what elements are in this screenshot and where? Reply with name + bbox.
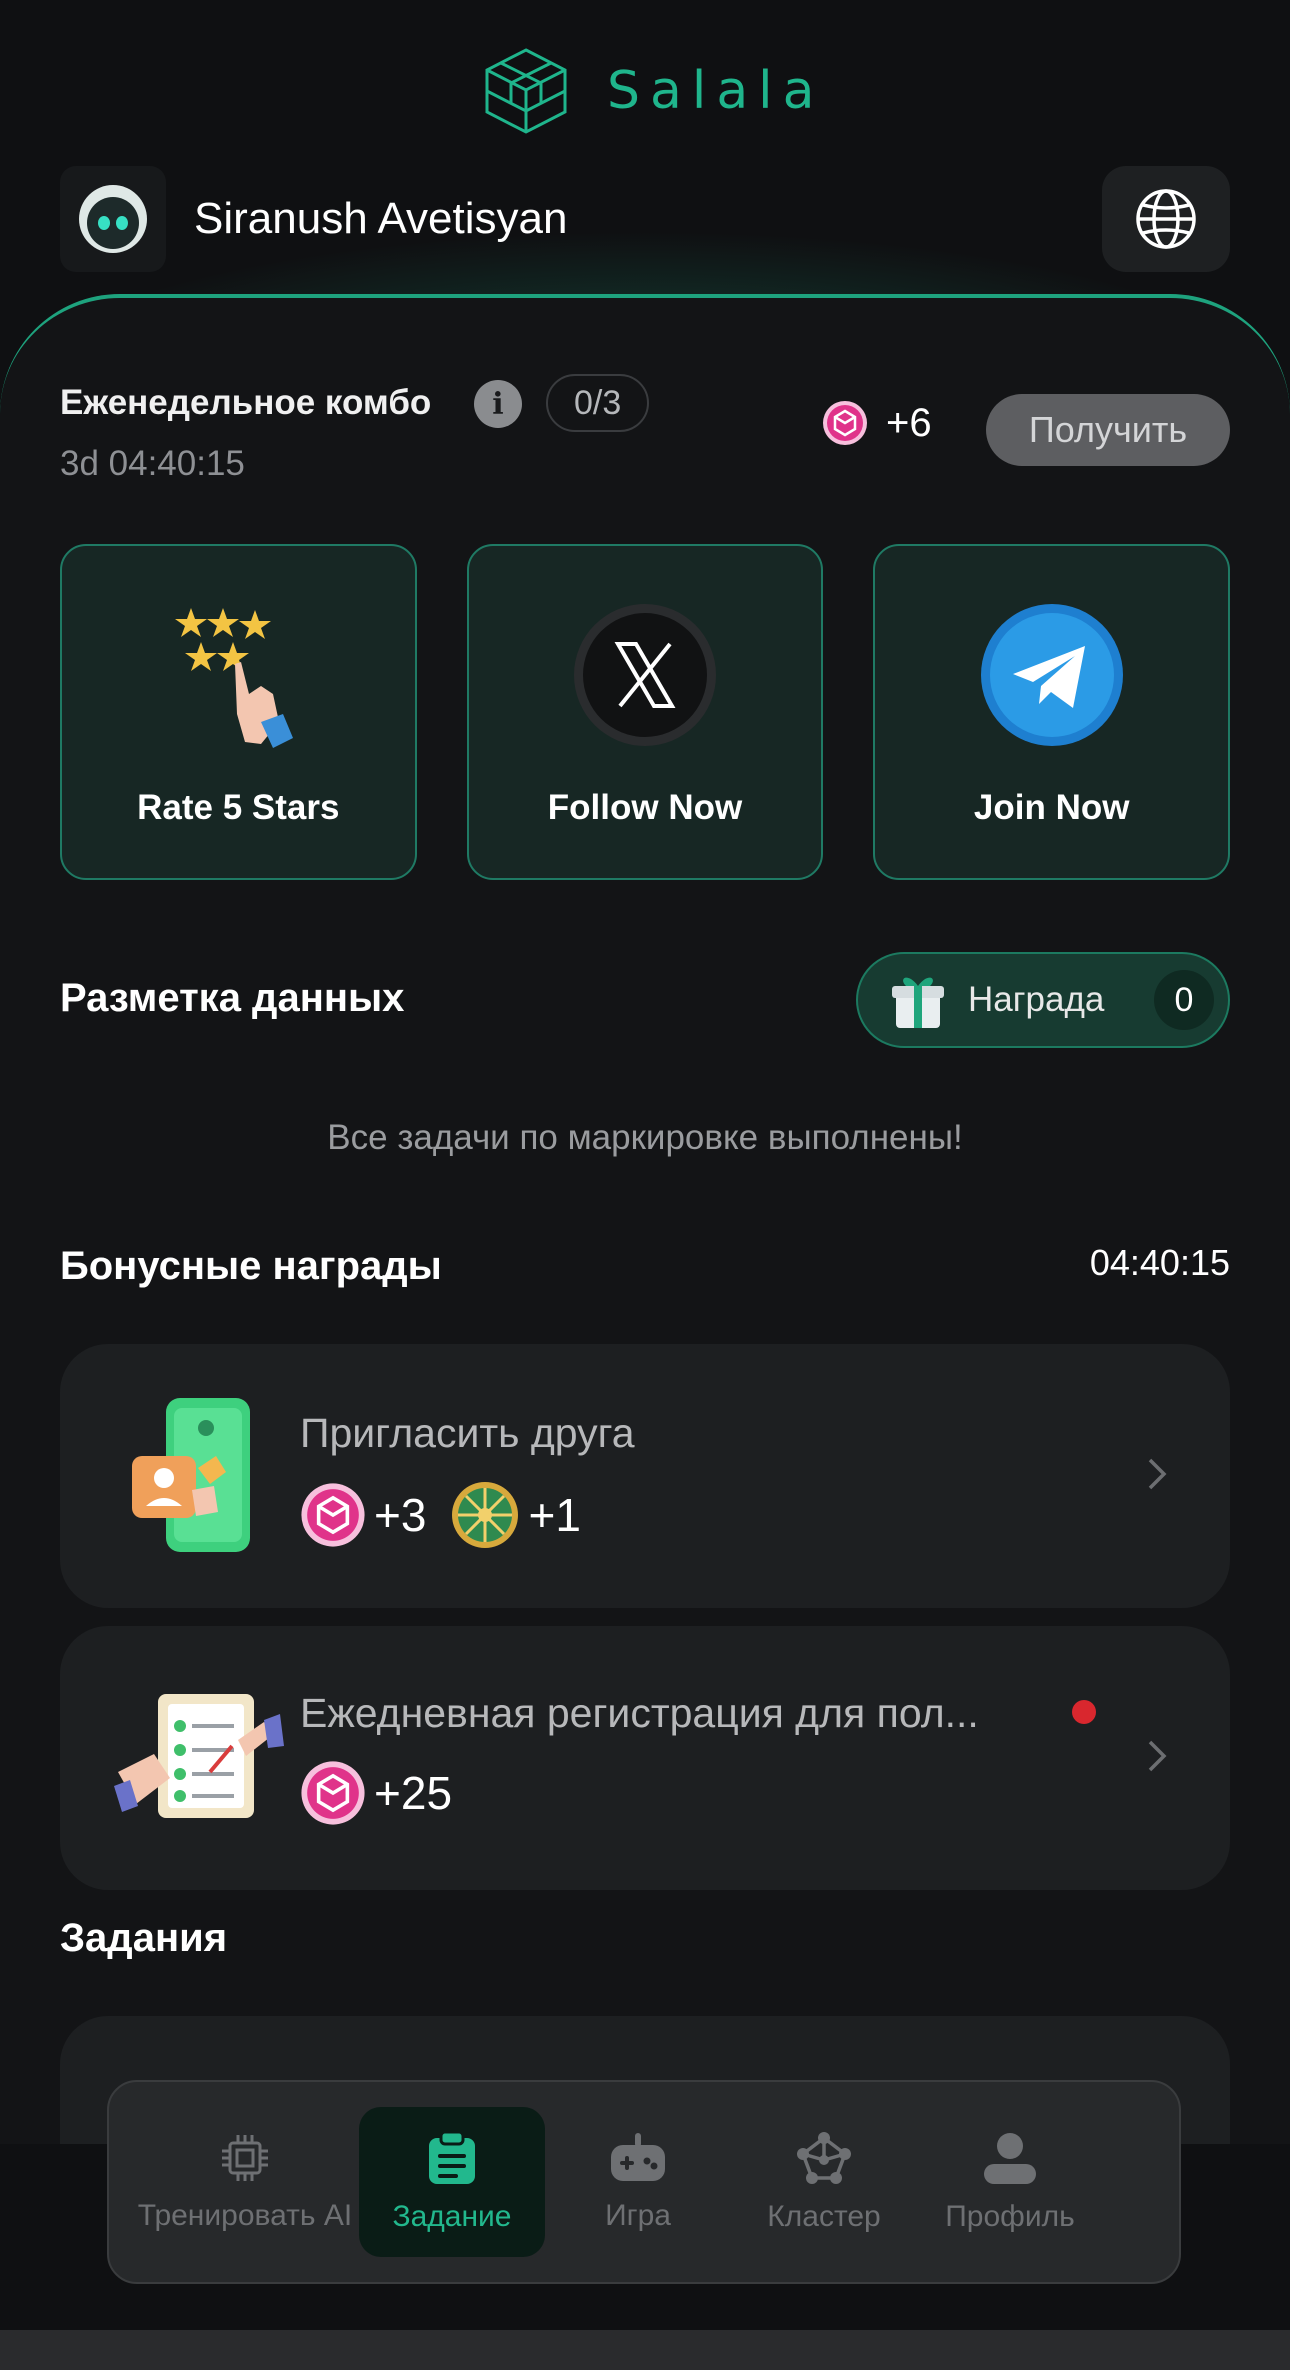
card-label: Rate 5 Stars	[137, 788, 340, 827]
weekly-combo: Еженедельное комбо i 0/3 3d 04:40:15 +6 …	[60, 374, 1230, 500]
claim-button[interactable]: Получить	[986, 394, 1230, 466]
x-logo-icon	[574, 604, 716, 746]
salala-logo-icon	[485, 48, 567, 134]
labeling-title: Разметка данных	[60, 976, 405, 1020]
nav-train-ai[interactable]: Тренировать AI	[131, 2107, 359, 2257]
combo-title: Еженедельное комбо	[60, 383, 432, 422]
card-label: Join Now	[973, 788, 1130, 827]
bottom-nav: Тренировать AI Задание Игра Кластер Проф…	[107, 2080, 1181, 2284]
bonus-title: Бонусные награды	[60, 1244, 442, 1288]
card-follow-x[interactable]: Follow Now	[466, 544, 824, 880]
chevron-right-icon	[1148, 1740, 1167, 1772]
app-screen: Salala Siranush Avetisyan Еженедельное к…	[0, 0, 1290, 2370]
checklist-icon	[114, 1694, 284, 1818]
invite-friend-icon	[132, 1398, 250, 1552]
notification-dot	[1072, 1700, 1096, 1724]
reward-wheel-value: +1	[528, 1489, 581, 1541]
nav-label: Задание	[392, 2200, 512, 2233]
reward-coin-value: +25	[374, 1767, 453, 1819]
reward-count: 0	[1154, 970, 1214, 1030]
chevron-right-icon	[1148, 1458, 1167, 1490]
labeling-reward-button[interactable]: Награда 0	[856, 952, 1230, 1048]
gift-icon	[892, 977, 944, 1028]
reward-coin-value: +3	[374, 1489, 427, 1541]
nav-cluster[interactable]: Кластер	[731, 2107, 917, 2257]
main-panel: Еженедельное комбо i 0/3 3d 04:40:15 +6 …	[0, 294, 1290, 2144]
combo-reward-value: +6	[886, 400, 932, 445]
nav-label: Кластер	[767, 2200, 881, 2233]
card-label: Follow Now	[547, 788, 743, 827]
bonus-item-title: Пригласить друга	[300, 1410, 635, 1456]
nav-label: Тренировать AI	[137, 2199, 353, 2232]
clipboard-icon	[429, 2130, 475, 2184]
nav-game[interactable]: Игра	[545, 2107, 731, 2257]
bonus-item-rewards: +3 +1	[300, 1480, 605, 1550]
nav-profile[interactable]: Профиль	[917, 2107, 1103, 2257]
profile-icon	[984, 2133, 1036, 2184]
gamepad-icon	[611, 2133, 665, 2181]
tasks-title: Задания	[60, 1916, 228, 1960]
telegram-icon	[980, 604, 1123, 746]
bonus-timer: 04:40:15	[1089, 1242, 1230, 1283]
bonus-item-daily-checkin[interactable]: Ежедневная регистрация для пол... +25	[60, 1626, 1230, 1890]
bonus-item-invite[interactable]: Пригласить друга +3 +1	[60, 1344, 1230, 1608]
combo-cards: Rate 5 Stars Follow Now Join Now	[60, 544, 1231, 880]
coin-icon	[301, 1483, 365, 1547]
coin-icon	[301, 1761, 365, 1825]
app-logo: Salala	[483, 46, 825, 136]
labeling-done-message: Все задачи по маркировке выполнены!	[327, 1118, 963, 1157]
bonus-item-title: Ежедневная регистрация для пол...	[300, 1690, 979, 1736]
chip-icon	[222, 2135, 268, 2181]
fortune-wheel-icon	[452, 1482, 519, 1548]
coin-icon	[823, 401, 867, 445]
card-rate-stars[interactable]: Rate 5 Stars	[60, 544, 417, 880]
combo-progress: 0/3	[546, 374, 650, 432]
app-name: Salala	[607, 61, 825, 121]
bonus-item-rewards: +25	[300, 1760, 476, 1826]
cluster-icon	[797, 2132, 851, 2184]
info-icon[interactable]: i	[474, 380, 522, 428]
system-bottom-bar	[0, 2330, 1290, 2370]
reward-label: Награда	[968, 980, 1105, 1019]
nav-label: Профиль	[945, 2200, 1075, 2233]
combo-reward: +6	[822, 400, 932, 446]
stars-hand-icon	[175, 608, 294, 748]
card-join-telegram[interactable]: Join Now	[873, 544, 1231, 880]
nav-tasks[interactable]: Задание	[359, 2107, 545, 2257]
combo-timer: 3d 04:40:15	[60, 444, 245, 483]
nav-label: Игра	[605, 2199, 671, 2232]
